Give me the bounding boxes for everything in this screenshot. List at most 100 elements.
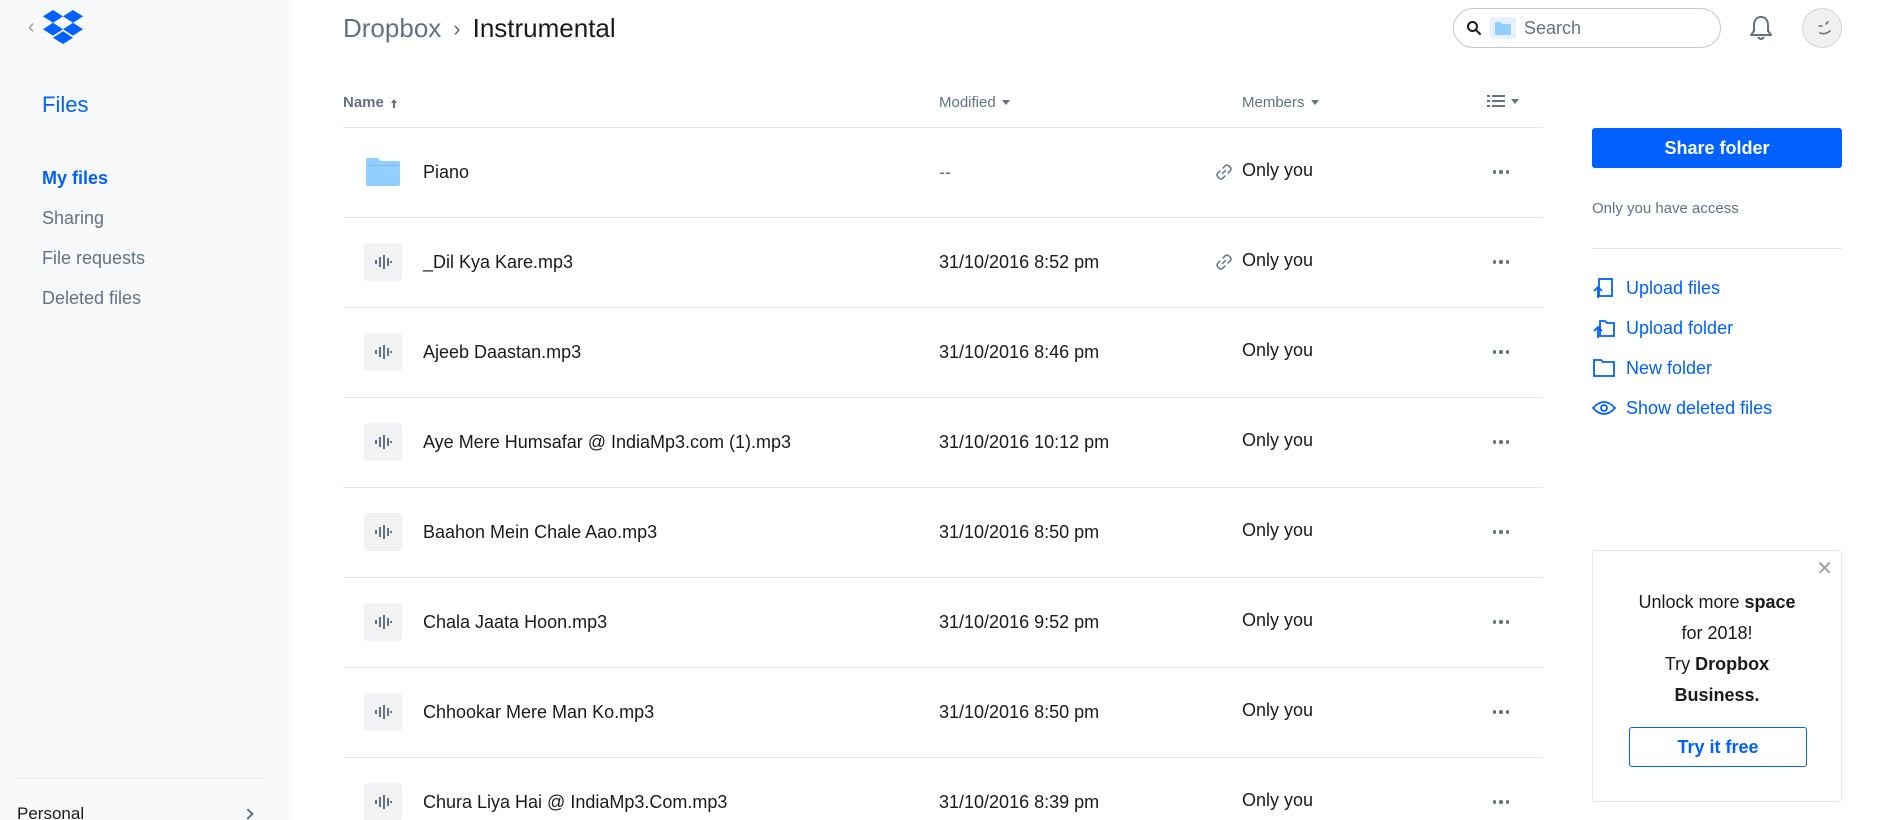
audio-file-icon bbox=[364, 243, 402, 281]
more-options-icon[interactable] bbox=[1489, 520, 1513, 544]
members-text[interactable]: Only you bbox=[1242, 700, 1313, 721]
table-row[interactable]: Chhookar Mere Man Ko.mp3 31/10/2016 8:50… bbox=[343, 668, 1543, 758]
audio-file-icon bbox=[364, 603, 402, 641]
audio-file-icon bbox=[364, 693, 402, 731]
more-options-icon[interactable] bbox=[1489, 790, 1513, 814]
try-it-free-button[interactable]: Try it free bbox=[1629, 727, 1807, 767]
table-row[interactable]: Baahon Mein Chale Aao.mp3 31/10/2016 8:5… bbox=[343, 488, 1543, 578]
modified-date: -- bbox=[939, 162, 951, 182]
file-name[interactable]: Chhookar Mere Man Ko.mp3 bbox=[423, 702, 654, 723]
dropbox-logo-icon bbox=[42, 10, 83, 44]
more-options-icon[interactable] bbox=[1489, 430, 1513, 454]
access-text: Only you have access bbox=[1592, 200, 1739, 217]
new-folder-action[interactable]: New folder bbox=[1592, 348, 1772, 388]
more-options-icon[interactable] bbox=[1489, 610, 1513, 634]
members-text[interactable]: Only you bbox=[1242, 160, 1313, 181]
back-chevron-icon[interactable]: ‹ bbox=[28, 17, 35, 37]
modified-date: 31/10/2016 10:12 pm bbox=[939, 432, 1110, 452]
promo-message: Unlock more space for 2018! Try Dropbox … bbox=[1593, 587, 1841, 711]
members-text[interactable]: Only you bbox=[1242, 520, 1313, 541]
upload-folder-action[interactable]: Upload folder bbox=[1592, 308, 1772, 348]
avatar[interactable] bbox=[1802, 8, 1842, 48]
members-text[interactable]: Only you bbox=[1242, 610, 1313, 631]
show-deleted-files-action[interactable]: Show deleted files bbox=[1592, 388, 1772, 428]
file-name[interactable]: Baahon Mein Chale Aao.mp3 bbox=[423, 522, 657, 543]
promo-text: Try bbox=[1664, 654, 1696, 674]
sidebar-item-file-requests[interactable]: File requests bbox=[42, 246, 145, 286]
caret-down-icon bbox=[1511, 98, 1519, 104]
sidebar-divider bbox=[16, 778, 266, 779]
promo-text: for 2018! bbox=[1681, 623, 1753, 643]
caret-down-icon bbox=[1310, 100, 1319, 105]
eye-icon bbox=[1592, 396, 1616, 420]
folder-icon bbox=[364, 153, 402, 191]
search-input[interactable] bbox=[1524, 17, 1704, 39]
upload-files-action[interactable]: Upload files bbox=[1592, 268, 1772, 308]
sidebar: ‹ Files My files Sharing File requests D… bbox=[0, 0, 292, 820]
sidebar-item-my-files[interactable]: My files bbox=[42, 166, 145, 206]
file-name[interactable]: _Dil Kya Kare.mp3 bbox=[423, 252, 573, 273]
table-row[interactable]: Ajeeb Daastan.mp3 31/10/2016 8:46 pm Onl… bbox=[343, 308, 1543, 398]
upload-folder-icon bbox=[1592, 316, 1616, 340]
breadcrumb-separator-icon: › bbox=[453, 15, 461, 41]
table-body: Piano -- Only you _Dil Kya Kare.mp3 31/1… bbox=[343, 128, 1543, 820]
file-name[interactable]: Ajeeb Daastan.mp3 bbox=[423, 342, 581, 363]
file-name[interactable]: Piano bbox=[423, 162, 469, 183]
upload-files-label: Upload files bbox=[1626, 277, 1721, 298]
chevron-right-icon[interactable] bbox=[242, 808, 254, 820]
sort-ascending-icon bbox=[390, 98, 397, 108]
column-header-name-label: Name bbox=[343, 94, 384, 111]
logo[interactable]: ‹ bbox=[28, 10, 83, 44]
panel-divider bbox=[1592, 248, 1842, 249]
file-name[interactable]: Aye Mere Humsafar @ IndiaMp3.com (1).mp3 bbox=[423, 432, 791, 453]
upload-folder-label: Upload folder bbox=[1626, 317, 1734, 338]
column-header-name[interactable]: Name bbox=[343, 94, 398, 111]
modified-date: 31/10/2016 8:50 pm bbox=[939, 522, 1100, 542]
file-name[interactable]: Chura Liya Hai @ IndiaMp3.Com.mp3 bbox=[423, 792, 727, 813]
column-header-modified[interactable]: Modified bbox=[939, 94, 1010, 111]
modified-date: 31/10/2016 9:52 pm bbox=[939, 612, 1100, 632]
members-text[interactable]: Only you bbox=[1242, 340, 1313, 361]
table-header: Name Modified Members bbox=[343, 82, 1543, 128]
column-header-modified-label: Modified bbox=[939, 94, 996, 111]
more-options-icon[interactable] bbox=[1489, 160, 1513, 184]
new-folder-icon bbox=[1592, 356, 1616, 380]
table-row[interactable]: _Dil Kya Kare.mp3 31/10/2016 8:52 pm Onl… bbox=[343, 218, 1543, 308]
share-folder-button[interactable]: Share folder bbox=[1592, 128, 1842, 168]
close-icon[interactable]: ✕ bbox=[1816, 559, 1833, 579]
column-header-members[interactable]: Members bbox=[1242, 94, 1319, 111]
list-view-icon bbox=[1487, 95, 1505, 107]
modified-date: 31/10/2016 8:52 pm bbox=[939, 252, 1100, 272]
audio-file-icon bbox=[364, 513, 402, 551]
shared-link-icon bbox=[1216, 164, 1232, 185]
more-options-icon[interactable] bbox=[1489, 700, 1513, 724]
table-row[interactable]: Chura Liya Hai @ IndiaMp3.Com.mp3 31/10/… bbox=[343, 758, 1543, 820]
search-icon bbox=[1467, 21, 1481, 35]
sidebar-title[interactable]: Files bbox=[42, 92, 88, 118]
folder-actions: Upload files Upload folder New folder Sh… bbox=[1592, 268, 1772, 428]
audio-file-icon bbox=[364, 333, 402, 371]
members-text[interactable]: Only you bbox=[1242, 430, 1313, 451]
search-bar[interactable] bbox=[1453, 8, 1721, 48]
view-options-button[interactable] bbox=[1487, 94, 1519, 108]
breadcrumb: Dropbox › Instrumental bbox=[343, 13, 616, 44]
file-name[interactable]: Chala Jaata Hoon.mp3 bbox=[423, 612, 607, 633]
more-options-icon[interactable] bbox=[1489, 250, 1513, 274]
sidebar-item-sharing[interactable]: Sharing bbox=[42, 206, 145, 246]
column-header-members-label: Members bbox=[1242, 94, 1305, 111]
sidebar-item-deleted-files[interactable]: Deleted files bbox=[42, 286, 145, 326]
breadcrumb-dropbox[interactable]: Dropbox bbox=[343, 13, 441, 44]
new-folder-label: New folder bbox=[1626, 357, 1713, 378]
table-row[interactable]: Chala Jaata Hoon.mp3 31/10/2016 9:52 pm … bbox=[343, 578, 1543, 668]
members-text[interactable]: Only you bbox=[1242, 790, 1313, 811]
table-row[interactable]: Piano -- Only you bbox=[343, 128, 1543, 218]
file-table: Name Modified Members Piano -- Only you … bbox=[343, 82, 1543, 820]
audio-file-icon bbox=[364, 423, 402, 461]
caret-down-icon bbox=[1001, 100, 1010, 105]
audio-file-icon bbox=[364, 783, 402, 820]
notifications-bell-icon[interactable] bbox=[1748, 14, 1774, 47]
table-row[interactable]: Aye Mere Humsafar @ IndiaMp3.com (1).mp3… bbox=[343, 398, 1543, 488]
more-options-icon[interactable] bbox=[1489, 340, 1513, 364]
account-switcher-label[interactable]: Personal bbox=[17, 804, 84, 820]
members-text[interactable]: Only you bbox=[1242, 250, 1313, 271]
